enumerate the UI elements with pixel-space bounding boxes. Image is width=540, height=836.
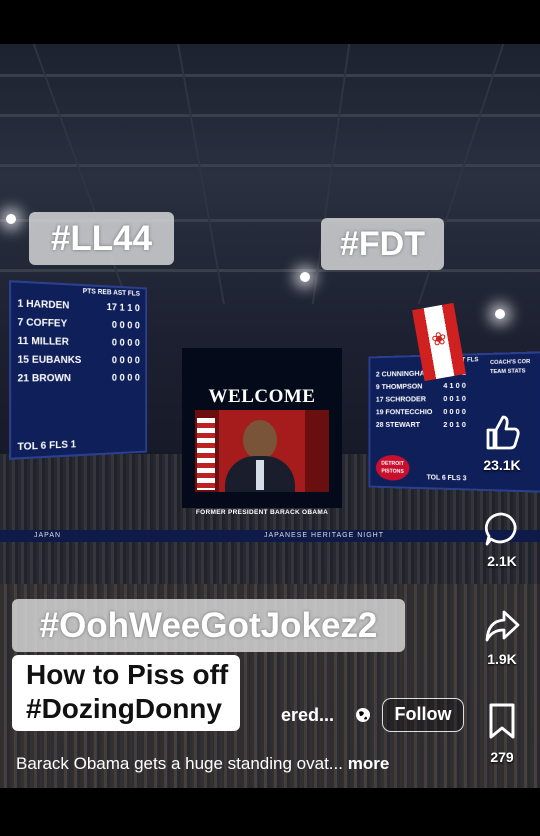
title-line-2: #DozingDonny: [26, 693, 222, 724]
owner-name[interactable]: ered...: [281, 705, 334, 726]
follow-button[interactable]: Follow: [382, 698, 464, 732]
like-icon[interactable]: [482, 412, 522, 452]
ribbon-left-text: JAPAN: [34, 532, 62, 539]
jumbotron-caption: FORMER PRESIDENT BARACK OBAMA: [195, 509, 329, 516]
ceiling-truss: [0, 269, 540, 272]
player-stats: 17 1 1 0: [106, 302, 140, 315]
comment-count: 2.1K: [487, 553, 517, 569]
ribbon-right-text: JAPANESE HERITAGE NIGHT: [264, 532, 384, 539]
ribbon-board: JAPAN JAPANESE HERITAGE NIGHT: [0, 530, 540, 542]
player-stats: 0 0 0 0: [443, 406, 466, 417]
coaches-corner-panel: COACH'S COR TEAM STATS: [490, 358, 536, 378]
coaches-corner-title: COACH'S COR: [490, 358, 531, 367]
player-name: 21 BROWN: [17, 373, 72, 385]
save-action[interactable]: 279: [474, 702, 530, 765]
comment-icon[interactable]: [483, 510, 521, 548]
arena-light: [300, 272, 310, 282]
description-text: Barack Obama gets a huge standing ovat..…: [16, 754, 343, 773]
ceiling-rafter: [177, 44, 225, 304]
player-name: 17 SCHRODER: [375, 394, 427, 404]
hashtag-fdt-text: #FDT: [340, 225, 425, 263]
share-count: 1.9K: [487, 651, 517, 667]
tiktok-video-screen: { "overlays": { "tag_ll44": "#LL44", "ta…: [0, 0, 540, 836]
scoreboard-row: 15 EUBANKS 0 0 0 0: [11, 351, 145, 370]
bookmark-icon[interactable]: [486, 702, 518, 740]
player-name: 11 MILLER: [17, 335, 69, 348]
arena-light: [495, 309, 505, 319]
maple-leaf-icon: ❀: [429, 327, 449, 351]
ceiling-truss: [0, 164, 540, 167]
hashtag-ll44-overlay: #LL44: [29, 212, 174, 265]
portrait-tie: [256, 460, 264, 490]
share-icon[interactable]: [482, 608, 522, 644]
scoreboard-row: 9 THOMPSON 4 1 0 0: [370, 379, 472, 393]
team-stats-label: TEAM STATS: [490, 368, 526, 376]
comment-action[interactable]: 2.1K: [474, 510, 530, 569]
player-name: 1 HARDEN: [17, 298, 70, 312]
video-description[interactable]: Barack Obama gets a huge standing ovat..…: [16, 754, 389, 774]
player-stats: 0 0 0 0: [111, 319, 140, 332]
player-name: 7 COFFEY: [17, 316, 68, 330]
pistons-logo: DETROIT PISTONS: [375, 454, 410, 481]
hashtag-oohwee-text: #OohWeeGotJokez2: [39, 606, 378, 645]
player-stats: 0 0 0 0: [111, 355, 140, 367]
save-count: 279: [490, 749, 514, 765]
title-overlay: How to Piss off #DozingDonny: [12, 655, 241, 731]
follow-label: Follow: [394, 704, 452, 724]
player-stats: 0 0 0 0: [111, 372, 140, 384]
like-count: 23.1K: [483, 457, 521, 473]
arena-light: [6, 214, 16, 224]
ceiling-truss: [0, 114, 540, 117]
portrait-face: [243, 420, 277, 460]
scoreboard-row: 28 STEWART 2 0 1 0: [370, 418, 472, 431]
scoreboard-row: 11 MILLER 0 0 0 0: [11, 332, 145, 352]
obama-photo: [195, 410, 329, 492]
title-line-1: How to Piss off: [26, 659, 229, 690]
ceiling-truss: [0, 74, 540, 77]
hashtag-ll44-text: #LL44: [50, 219, 153, 258]
player-stats: 2 0 1 0: [443, 419, 466, 430]
player-stats: 4 1 0 0: [443, 380, 466, 391]
player-name: 28 STEWART: [375, 420, 421, 429]
scoreboard-footer: TOL 6 FLS 1: [17, 439, 77, 454]
hashtag-fdt-overlay: #FDT: [321, 218, 444, 270]
player-name: 15 EUBANKS: [17, 354, 82, 367]
player-stats: 0 0 1 0: [443, 393, 466, 404]
globe-icon: [356, 708, 370, 722]
scoreboard-footer: TOL 6 FLS 3: [426, 474, 467, 483]
share-action[interactable]: 1.9K: [474, 608, 530, 667]
center-jumbotron: WELCOME FORMER PRESIDENT BARACK OBAMA: [182, 348, 342, 516]
us-flag: [197, 418, 215, 490]
player-name: 9 THOMPSON: [375, 381, 423, 392]
hashtag-oohwee-overlay: #OohWeeGotJokez2: [12, 599, 405, 652]
like-action[interactable]: 23.1K: [474, 412, 530, 473]
left-scoreboard: PTS REB AST FLS 1 HARDEN 17 1 1 0 7 COFFE…: [9, 280, 148, 460]
player-stats: 0 0 0 0: [111, 337, 140, 349]
ceiling-rafter: [32, 44, 130, 304]
welcome-text: WELCOME: [208, 386, 316, 407]
scoreboard-row: 19 FONTECCHIO 0 0 0 0: [370, 405, 472, 418]
player-name: 19 FONTECCHIO: [375, 407, 433, 417]
scoreboard-row: 17 SCHRODER 0 0 1 0: [370, 392, 472, 406]
scoreboard-row: 21 BROWN 0 0 0 0: [11, 370, 145, 389]
more-link[interactable]: more: [348, 754, 390, 773]
